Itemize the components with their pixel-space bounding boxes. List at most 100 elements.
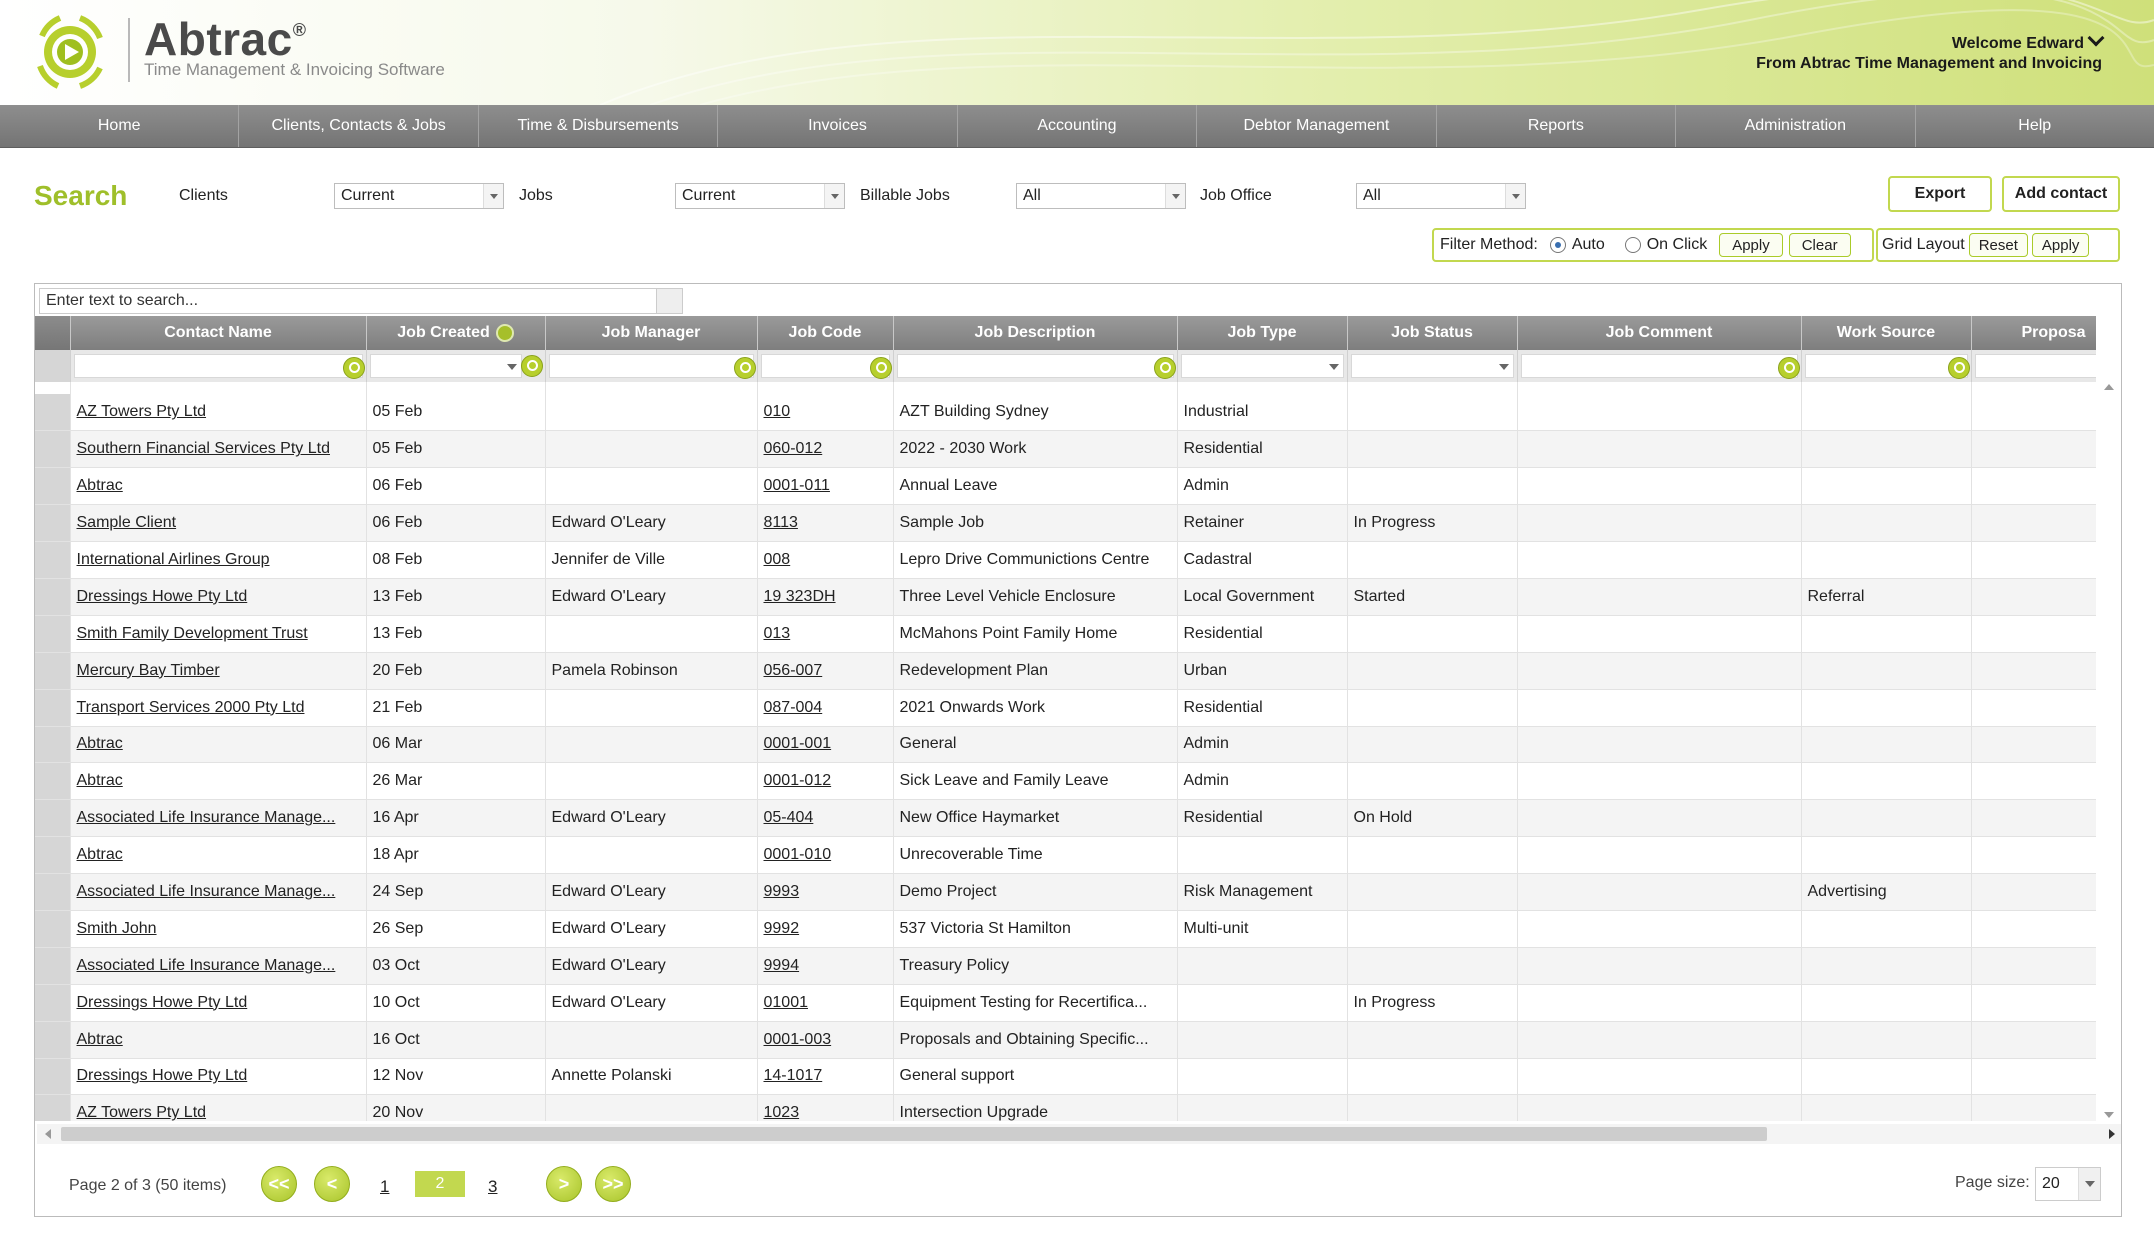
page-size-select[interactable]: 20 <box>2035 1167 2101 1201</box>
nav-home[interactable]: Home <box>0 105 240 147</box>
col-work-source[interactable]: Work Source <box>1801 316 1972 350</box>
table-row[interactable]: Southern Financial Services Pty Ltd 05 Fe… <box>35 430 2096 469</box>
job-code-link[interactable]: 013 <box>764 625 791 642</box>
add-contact-button[interactable]: Add contact <box>2002 176 2120 212</box>
page-link-1[interactable]: 1 <box>380 1177 389 1197</box>
scroll-left-icon[interactable] <box>45 1129 51 1139</box>
search-icon[interactable] <box>342 357 365 379</box>
filter-job-created[interactable] <box>366 350 546 382</box>
table-row[interactable]: AZ Towers Pty Ltd 05 Feb 010 AZT Building S… <box>35 394 2096 432</box>
chevron-down-icon[interactable] <box>483 184 503 208</box>
contact-name-link[interactable]: Mercury Bay Timber <box>77 662 220 679</box>
search-icon[interactable] <box>1947 357 1970 379</box>
grid-search-button[interactable] <box>656 289 682 313</box>
row-selector[interactable] <box>35 467 71 506</box>
nav-clients-contacts-jobs[interactable]: Clients, Contacts & Jobs <box>239 105 479 147</box>
filter-job-description[interactable] <box>893 350 1178 382</box>
job-code-link[interactable]: 060-012 <box>764 440 823 457</box>
filter-work-source[interactable] <box>1801 350 1972 382</box>
row-selector[interactable] <box>35 1021 71 1059</box>
job-code-link[interactable]: 056-007 <box>764 662 823 679</box>
layout-reset-button[interactable]: Reset <box>1968 233 2028 257</box>
table-row[interactable]: Abtrac 16 Oct 0001-003 Proposals and Obtain… <box>35 1021 2096 1059</box>
job-code-link[interactable]: 01001 <box>764 994 809 1011</box>
filter-job-code[interactable] <box>757 350 894 382</box>
row-selector[interactable] <box>35 873 71 911</box>
col-job-type[interactable]: Job Type <box>1177 316 1348 350</box>
contact-name-link[interactable]: Dressings Howe Pty Ltd <box>77 994 248 1011</box>
row-selector[interactable] <box>35 541 71 579</box>
job-code-link[interactable]: 087-004 <box>764 699 823 716</box>
table-row[interactable]: Transport Services 2000 Pty Ltd 21 Feb 087… <box>35 689 2096 727</box>
row-selector[interactable] <box>35 430 71 469</box>
page-link-3[interactable]: 3 <box>488 1177 497 1197</box>
layout-apply-button[interactable]: Apply <box>2031 233 2090 257</box>
contact-name-link[interactable]: AZ Towers Pty Ltd <box>77 403 207 420</box>
col-job-created[interactable]: Job Created <box>366 316 546 350</box>
nav-invoices[interactable]: Invoices <box>718 105 958 147</box>
row-selector[interactable] <box>35 910 71 948</box>
contact-name-link[interactable]: Smith John <box>77 920 157 937</box>
table-row[interactable]: Smith John 26 Sep Edward O'Leary 9992 537 Vi… <box>35 910 2096 948</box>
col-job-description[interactable]: Job Description <box>893 316 1178 350</box>
clients-select[interactable]: Current <box>334 183 504 209</box>
col-contact-name[interactable]: Contact Name <box>70 316 367 350</box>
billable-jobs-select[interactable]: All <box>1016 183 1186 209</box>
col-job-comment[interactable]: Job Comment <box>1517 316 1802 350</box>
table-row[interactable]: Associated Life Insurance Manage... 24 Se… <box>35 873 2096 911</box>
filter-contact-name[interactable] <box>70 350 367 382</box>
row-selector[interactable] <box>35 615 71 653</box>
table-row[interactable]: Abtrac 26 Mar 0001-012 Sick Leave and Famil… <box>35 762 2096 801</box>
row-selector[interactable] <box>35 504 71 543</box>
contact-name-link[interactable]: Abtrac <box>77 772 123 789</box>
contact-name-link[interactable]: Abtrac <box>77 735 123 752</box>
row-selector[interactable] <box>35 836 71 875</box>
job-code-link[interactable]: 0001-011 <box>764 477 830 494</box>
grid-search-input[interactable]: Enter text to search... <box>39 288 683 314</box>
col-job-manager[interactable]: Job Manager <box>545 316 758 350</box>
contact-name-link[interactable]: Southern Financial Services Pty Ltd <box>77 440 330 457</box>
table-row[interactable]: Associated Life Insurance Manage... 03 Oc… <box>35 947 2096 985</box>
filter-onclick-radio[interactable] <box>1624 237 1641 253</box>
table-row[interactable]: Dressings Howe Pty Ltd 12 Nov Annette Pola… <box>35 1058 2096 1096</box>
contact-name-link[interactable]: Abtrac <box>77 846 123 863</box>
row-selector[interactable] <box>35 762 71 801</box>
row-selector[interactable] <box>35 689 71 727</box>
filter-auto-radio[interactable] <box>1549 237 1566 253</box>
filter-proposal[interactable] <box>1971 350 2096 382</box>
contact-name-link[interactable]: Sample Client <box>77 514 177 531</box>
horizontal-scroll-thumb[interactable] <box>61 1127 1767 1141</box>
prev-page-button[interactable]: < <box>314 1166 350 1202</box>
contact-name-link[interactable]: Dressings Howe Pty Ltd <box>77 1067 248 1084</box>
filter-apply-button[interactable]: Apply <box>1719 233 1783 257</box>
scroll-up-icon[interactable] <box>2104 384 2114 390</box>
chevron-down-icon[interactable] <box>1505 184 1525 208</box>
row-selector[interactable] <box>35 1094 71 1121</box>
contact-name-link[interactable]: AZ Towers Pty Ltd <box>77 1104 207 1121</box>
row-selector[interactable] <box>35 984 71 1022</box>
jobs-select[interactable]: Current <box>675 183 845 209</box>
last-page-button[interactable]: >> <box>595 1166 631 1202</box>
table-row[interactable]: Abtrac 18 Apr 0001-010 Unrecoverable Time <box>35 836 2096 875</box>
col-job-status[interactable]: Job Status <box>1347 316 1518 350</box>
row-selector[interactable] <box>35 947 71 985</box>
chevron-down-icon[interactable] <box>1165 184 1185 208</box>
job-code-link[interactable]: 14-1017 <box>764 1067 823 1084</box>
search-icon[interactable] <box>520 355 543 377</box>
user-menu[interactable]: Welcome Edward From Abtrac Time Manageme… <box>1756 29 2105 74</box>
job-code-link[interactable]: 0001-010 <box>764 846 832 863</box>
table-row[interactable]: Mercury Bay Timber 20 Feb Pamela Robinson 0… <box>35 652 2096 690</box>
chevron-down-icon[interactable] <box>824 184 844 208</box>
contact-name-link[interactable]: International Airlines Group <box>77 551 270 568</box>
contact-name-link[interactable]: Associated Life Insurance Manage... <box>77 957 336 974</box>
job-code-link[interactable]: 8113 <box>764 514 798 531</box>
nav-help[interactable]: Help <box>1916 105 2154 147</box>
first-page-button[interactable]: << <box>261 1166 297 1202</box>
table-row[interactable]: Dressings Howe Pty Ltd 13 Feb Edward O'Lea… <box>35 578 2096 616</box>
chevron-down-icon[interactable] <box>2078 1168 2100 1200</box>
filter-job-comment[interactable] <box>1517 350 1802 382</box>
table-row[interactable]: Abtrac 06 Mar 0001-001 General Admin <box>35 726 2096 764</box>
next-page-button[interactable]: > <box>546 1166 582 1202</box>
chevron-down-icon[interactable] <box>1498 364 1509 370</box>
search-icon[interactable] <box>869 357 892 379</box>
